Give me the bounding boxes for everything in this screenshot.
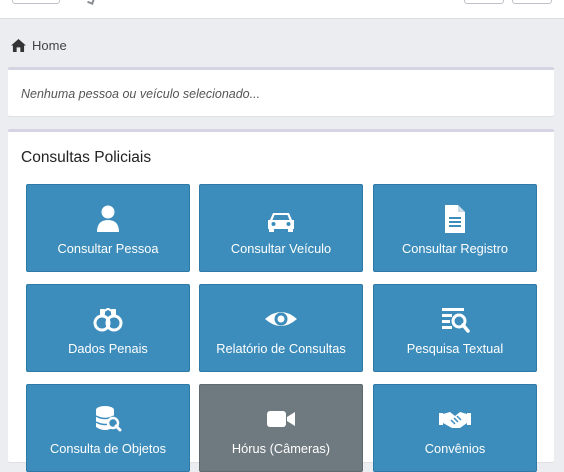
consultar-veiculo-tile[interactable]: Consultar Veículo: [199, 184, 363, 272]
home-icon: [11, 38, 26, 52]
eye-icon: [265, 312, 297, 326]
consulta-objetos-tile[interactable]: Consulta de Objetos: [26, 384, 190, 472]
pesquisa-textual-tile[interactable]: Pesquisa Textual: [373, 284, 537, 372]
car-icon: [268, 213, 294, 232]
consultar-registro-tile[interactable]: Consultar Registro: [373, 184, 537, 272]
tile-label: Consultar Registro: [402, 241, 508, 256]
police-queries-panel: Consultas Policiais Consultar Pessoa Con…: [8, 129, 554, 472]
database-search-icon: [95, 406, 122, 432]
document-icon: [445, 205, 465, 233]
consultar-pessoa-tile[interactable]: Consultar Pessoa: [26, 184, 190, 272]
video-camera-icon: [267, 411, 295, 427]
tile-label: Consulta de Objetos: [50, 441, 166, 456]
tile-label: Consultar Pessoa: [57, 241, 159, 256]
selection-status-text: Nenhuma pessoa ou veículo selecionado...: [21, 87, 261, 101]
dados-penais-tile[interactable]: Dados Penais: [26, 284, 190, 372]
handcuffs-icon: [93, 308, 123, 332]
tile-label: Consultar Veículo: [230, 241, 332, 256]
text-search-icon: [442, 308, 470, 333]
panel-title: Consultas Policiais: [21, 149, 152, 166]
tile-label: Convênios: [424, 441, 486, 456]
breadcrumb[interactable]: Home: [11, 36, 67, 54]
navbar-button-1[interactable]: [464, 0, 504, 4]
tile-label: Dados Penais: [68, 341, 148, 356]
breadcrumb-home[interactable]: Home: [32, 38, 67, 53]
tile-label: Hórus (Câmeras): [231, 441, 331, 456]
handshake-icon: [439, 412, 471, 428]
relatorio-consultas-tile[interactable]: Relatório de Consultas: [199, 284, 363, 372]
selection-status-panel: Nenhuma pessoa ou veículo selecionado...: [8, 67, 554, 116]
user-icon: [97, 205, 119, 232]
tile-label: Pesquisa Textual: [406, 341, 504, 356]
navbar-button-2[interactable]: [512, 0, 552, 4]
convenios-tile[interactable]: Convênios: [373, 384, 537, 472]
navbar-logo-fragment: [87, 0, 95, 5]
top-navbar: [0, 0, 564, 19]
navbar-menu-button[interactable]: [12, 0, 60, 4]
tile-label: Relatório de Consultas: [216, 341, 346, 356]
horus-cameras-tile[interactable]: Hórus (Câmeras): [199, 384, 363, 472]
